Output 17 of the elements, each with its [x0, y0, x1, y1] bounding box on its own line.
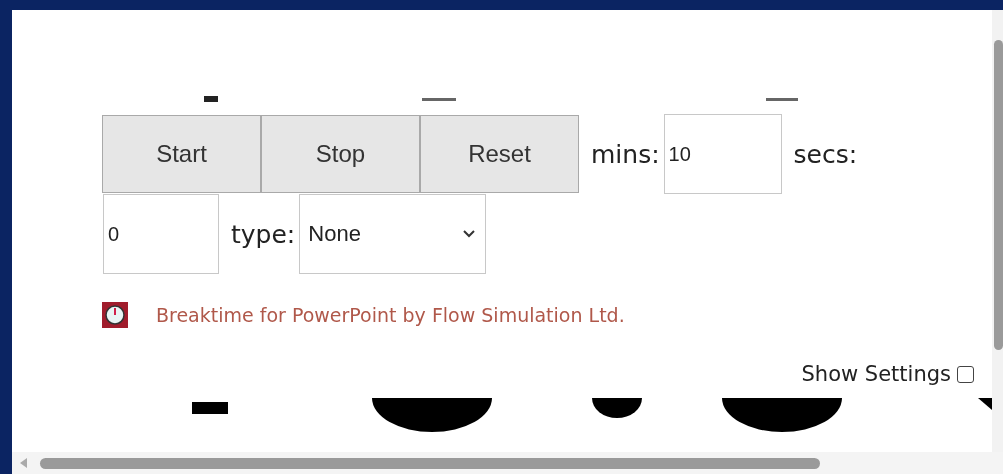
timer-button[interactable]: Reset: [420, 115, 579, 193]
vertical-scrollbar[interactable]: [992, 10, 1003, 452]
show-settings-label: Show Settings: [801, 362, 951, 386]
type-select[interactable]: None: [299, 194, 487, 274]
timer-button[interactable]: Start: [102, 115, 261, 193]
clock-logo-icon: [102, 302, 128, 328]
type-label: type:: [230, 219, 297, 249]
scroll-left-icon[interactable]: [20, 458, 28, 468]
timer-button[interactable]: Stop: [261, 115, 420, 193]
secs-label: secs:: [792, 139, 859, 169]
credit-text: Breaktime for PowerPoint by Flow Simulation Ltd.: [156, 304, 625, 326]
horizontal-scrollbar[interactable]: [12, 452, 1003, 474]
mins-input[interactable]: 10: [663, 114, 782, 194]
mins-label: mins:: [590, 139, 661, 169]
chevron-down-icon: [463, 230, 476, 238]
show-settings-checkbox[interactable]: [957, 365, 974, 383]
secs-input[interactable]: 0: [103, 194, 219, 274]
